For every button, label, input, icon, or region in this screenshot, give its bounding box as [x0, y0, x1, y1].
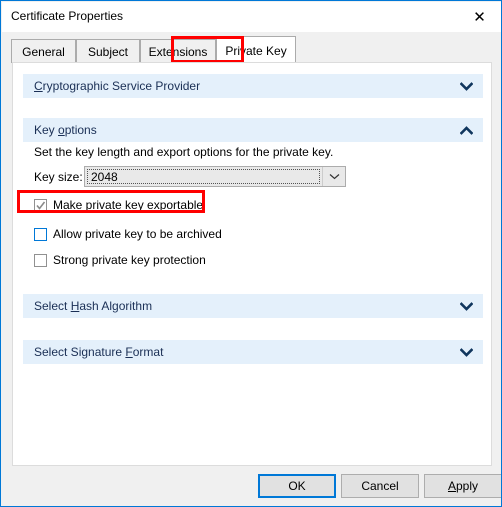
certificate-properties-dialog: Certificate Properties ✕ General Subject…	[0, 0, 502, 507]
tab-general-label: General	[22, 44, 65, 59]
section-key-options[interactable]: Key options	[23, 118, 483, 142]
section-select-hash-algorithm[interactable]: Select Hash Algorithm	[23, 294, 483, 318]
checkbox-box[interactable]	[34, 198, 47, 212]
checkbox-allow-private-key-archived-label: Allow private key to be archived	[53, 227, 222, 241]
chevron-down-icon	[459, 79, 473, 93]
checkbox-make-private-key-exportable-label: Make private key exportable	[53, 198, 204, 212]
section-cryptographic-service-provider[interactable]: Cryptographic Service Provider	[23, 74, 483, 98]
checkbox-strong-private-key-protection-label: Strong private key protection	[53, 253, 206, 267]
section-select-signature-format-label: Select Signature Format	[34, 345, 164, 359]
chevron-down-icon	[459, 299, 473, 313]
section-select-signature-format[interactable]: Select Signature Format	[23, 340, 483, 364]
chevron-up-icon	[459, 123, 473, 137]
chevron-down-icon	[329, 174, 339, 180]
section-cryptographic-service-provider-label: Cryptographic Service Provider	[34, 79, 201, 93]
checkbox-box[interactable]	[34, 253, 47, 267]
tab-content-panel: Cryptographic Service Provider Key optio…	[12, 62, 492, 466]
key-size-dropdown-button[interactable]	[322, 167, 345, 186]
tab-private-key-label: Private Key	[225, 43, 287, 58]
ok-button[interactable]: OK	[258, 474, 336, 498]
checkbox-strong-private-key-protection[interactable]: Strong private key protection	[34, 252, 206, 268]
window-title: Certificate Properties	[11, 9, 124, 23]
tab-general[interactable]: General	[11, 39, 76, 63]
tab-extensions-label: Extensions	[148, 44, 208, 59]
tab-subject-label: Subject	[87, 44, 129, 59]
cancel-button[interactable]: Cancel	[341, 474, 419, 498]
close-icon: ✕	[473, 7, 486, 26]
title-bar: Certificate Properties ✕	[2, 2, 501, 32]
checkbox-box[interactable]	[34, 227, 47, 241]
checkbox-allow-private-key-archived[interactable]: Allow private key to be archived	[34, 226, 222, 242]
tab-private-key[interactable]: Private Key	[216, 36, 296, 64]
focus-rect	[87, 169, 320, 184]
key-size-field[interactable]: 2048	[85, 167, 322, 186]
key-size-value: 2048	[91, 169, 118, 184]
key-size-label: Key size:	[34, 170, 83, 184]
checkbox-make-private-key-exportable[interactable]: Make private key exportable	[34, 197, 203, 213]
key-options-description: Set the key length and export options fo…	[34, 145, 334, 159]
tab-subject[interactable]: Subject	[76, 39, 140, 63]
section-key-options-label: Key options	[34, 123, 97, 137]
tab-strip: General Subject Extensions Private Key	[2, 32, 501, 64]
apply-button[interactable]: Apply	[424, 474, 501, 498]
key-size-combobox[interactable]: 2048	[84, 166, 346, 187]
section-select-hash-algorithm-label: Select Hash Algorithm	[34, 299, 153, 313]
chevron-down-icon	[459, 345, 473, 359]
close-button[interactable]: ✕	[457, 2, 501, 32]
tab-extensions[interactable]: Extensions	[140, 39, 216, 63]
